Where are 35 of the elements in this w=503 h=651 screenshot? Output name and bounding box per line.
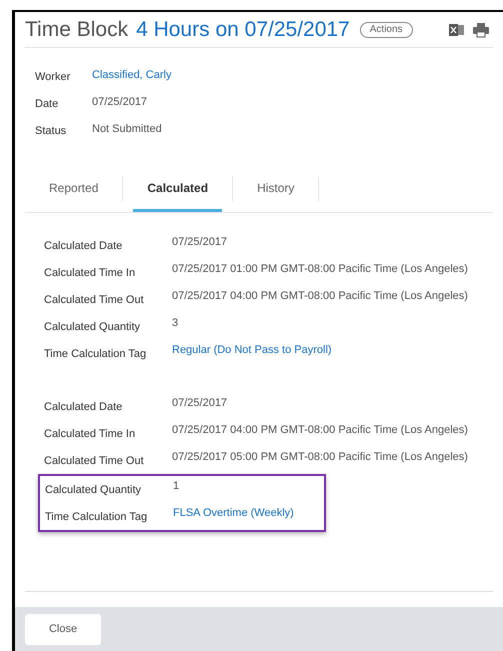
field-value: 07/25/2017: [92, 95, 148, 110]
field-value: 07/25/2017 04:00 PM GMT-08:00 Pacific Time (Los Angeles): [172, 423, 468, 438]
field-label: Calculated Quantity: [44, 320, 141, 335]
tab[interactable]: Calculated: [133, 166, 222, 212]
field-value: 07/25/2017: [172, 396, 228, 411]
page-subtitle: 4 Hours on 07/25/2017: [136, 16, 350, 43]
field-value: 07/25/2017 01:00 PM GMT-08:00 Pacific Time (Los Angeles): [172, 262, 468, 277]
field-label: Date: [35, 97, 60, 112]
page-title: Time Block: [25, 16, 128, 43]
field-label: Calculated Time Out: [44, 293, 145, 308]
field-label: Status: [35, 124, 68, 140]
close-button[interactable]: Close: [25, 614, 101, 644]
field-label: Time Calculation Tag: [45, 510, 148, 525]
field-label: Worker: [35, 70, 72, 86]
field-label: Time Calculation Tag: [44, 347, 148, 362]
field-value: 07/25/2017 04:00 PM GMT-08:00 Pacific Time (Los Angeles): [172, 289, 468, 304]
field-label: Calculated Date: [44, 239, 124, 254]
field-value: 07/25/2017 05:00 PM GMT-08:00 Pacific Time (Los Angeles): [172, 450, 468, 465]
field-link[interactable]: FLSA Overtime (Weekly): [173, 503, 294, 522]
field-label: Calculated Time Out: [44, 454, 145, 469]
printer-icon[interactable]: [472, 22, 489, 38]
field-value: 3: [172, 316, 178, 331]
field-value: 1: [173, 479, 180, 494]
field-label: Calculated Date: [44, 400, 124, 415]
field-link[interactable]: Regular (Do Not Pass to Payroll): [172, 340, 332, 358]
field-label: Calculated Quantity: [45, 483, 142, 498]
field-value: 07/25/2017: [172, 235, 228, 250]
tab[interactable]: History: [243, 166, 308, 212]
spreadsheet-icon[interactable]: [448, 22, 465, 38]
field-label: Calculated Time In: [44, 427, 136, 442]
field-value: Not Submitted: [92, 122, 162, 138]
actions-button[interactable]: Actions: [360, 22, 413, 38]
worker-link[interactable]: Classified, Carly: [92, 67, 172, 84]
field-label: Calculated Time In: [44, 266, 136, 281]
tab[interactable]: Reported: [35, 166, 112, 212]
